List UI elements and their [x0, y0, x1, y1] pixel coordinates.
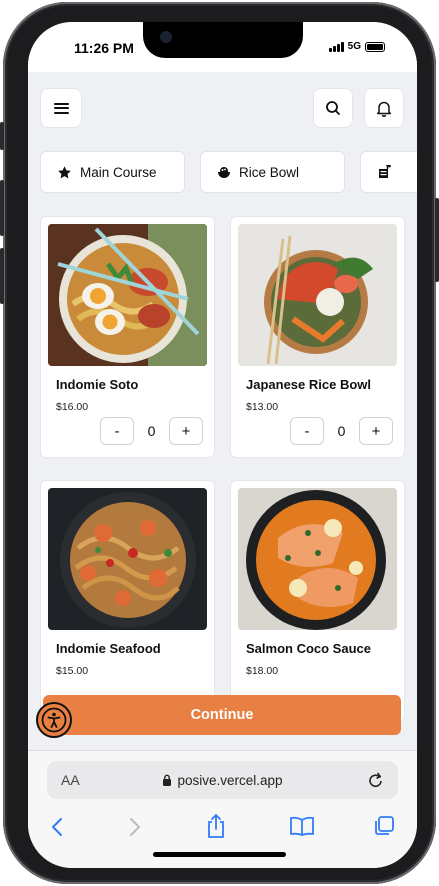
bell-icon: [376, 101, 392, 117]
product-card-indomie-soto[interactable]: Indomie Soto $16.00 - 0 +: [40, 216, 215, 458]
address-bar[interactable]: AA posive.vercel.app: [47, 761, 398, 799]
browser-toolbar: AA posive.vercel.app: [28, 750, 417, 868]
product-image: [238, 224, 397, 366]
mute-switch: [0, 122, 4, 150]
quantity-stepper: - 0 +: [100, 417, 203, 445]
home-indicator[interactable]: [153, 852, 286, 857]
search-button[interactable]: [313, 88, 353, 128]
browser-nav: [28, 813, 417, 843]
power-button: [435, 198, 439, 282]
product-price: $18.00: [246, 665, 279, 677]
search-icon: [326, 101, 340, 115]
notch: [143, 22, 303, 58]
product-price: $15.00: [56, 665, 89, 677]
product-card-salmon-coco-sauce[interactable]: Salmon Coco Sauce $18.00: [230, 480, 405, 722]
quantity-value: 0: [337, 423, 346, 439]
star-icon: [58, 165, 71, 178]
url-label: posive.vercel.app: [177, 772, 283, 788]
camera-icon: [160, 31, 172, 43]
lock-icon: [163, 774, 172, 786]
phone-frame: 11:26 PM 5G Main Course Rice Bowl Indomi…: [0, 2, 439, 884]
bookmarks-icon[interactable]: [289, 816, 315, 836]
product-price: $13.00: [246, 401, 279, 413]
decrement-button[interactable]: -: [100, 417, 134, 445]
volume-up-button: [0, 180, 4, 236]
accessibility-icon: [41, 707, 67, 733]
product-name: Indomie Soto: [56, 377, 139, 392]
product-price: $16.00: [56, 401, 89, 413]
accessibility-button[interactable]: [36, 702, 72, 738]
rice-bowl-icon: [218, 166, 230, 178]
signal-icon: [328, 41, 344, 52]
product-name: Japanese Rice Bowl: [246, 377, 371, 392]
share-icon[interactable]: [205, 813, 227, 839]
url-text: posive.vercel.app: [47, 773, 398, 788]
notifications-button[interactable]: [364, 88, 404, 128]
menu-button[interactable]: [40, 88, 82, 128]
screen: 11:26 PM 5G Main Course Rice Bowl Indomi…: [28, 22, 417, 868]
product-image: [48, 488, 207, 630]
increment-button[interactable]: +: [359, 417, 393, 445]
volume-down-button: [0, 248, 4, 304]
product-name: Salmon Coco Sauce: [246, 641, 371, 656]
reload-icon[interactable]: [368, 772, 384, 789]
drink-icon: [379, 165, 391, 178]
tabs-icon[interactable]: [373, 815, 395, 837]
category-main-course[interactable]: Main Course: [40, 151, 185, 193]
category-label: Main Course: [80, 164, 157, 180]
network-type: 5G: [347, 41, 361, 52]
product-image: [238, 488, 397, 630]
category-drinks[interactable]: [360, 151, 417, 193]
increment-button[interactable]: +: [169, 417, 203, 445]
product-image: [48, 224, 207, 366]
category-rice-bowl[interactable]: Rice Bowl: [200, 151, 345, 193]
quantity-stepper: - 0 +: [290, 417, 393, 445]
category-label: Rice Bowl: [239, 164, 300, 180]
forward-icon[interactable]: [128, 817, 142, 837]
hamburger-icon: [53, 100, 69, 116]
product-card-indomie-seafood[interactable]: Indomie Seafood $15.00: [40, 480, 215, 722]
battery-icon: [365, 41, 385, 52]
status-time: 11:26 PM: [74, 40, 134, 56]
decrement-button[interactable]: -: [290, 417, 324, 445]
status-icons: 5G: [328, 41, 385, 52]
back-icon[interactable]: [50, 817, 64, 837]
product-card-japanese-rice-bowl[interactable]: Japanese Rice Bowl $13.00 - 0 +: [230, 216, 405, 458]
product-name: Indomie Seafood: [56, 641, 161, 656]
quantity-value: 0: [147, 423, 156, 439]
continue-button[interactable]: Continue: [43, 695, 401, 735]
